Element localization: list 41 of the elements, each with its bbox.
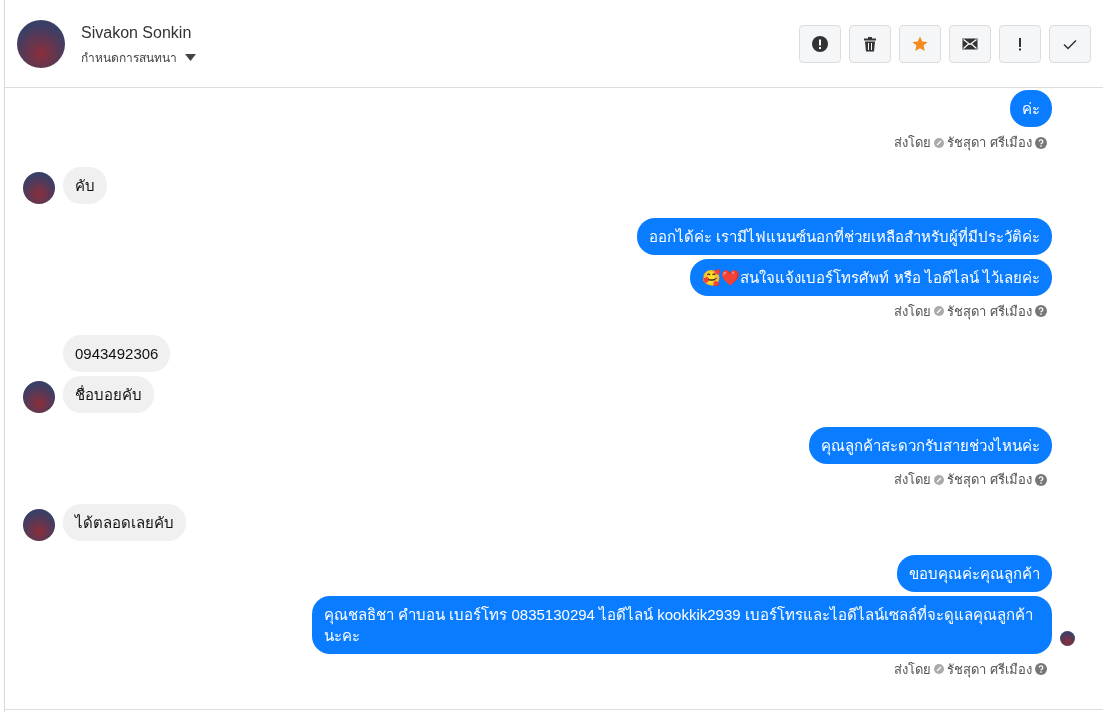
message-bubble: คับ [63, 166, 107, 204]
verified-icon [934, 306, 945, 317]
exclamation-icon [1018, 35, 1022, 52]
help-icon[interactable] [1035, 136, 1047, 149]
sent-by-label: ส่งโดย [894, 134, 932, 152]
star-icon [912, 35, 928, 52]
verified-icon [934, 664, 945, 675]
message-bubble: 🥰❤สนใจแจ้งเบอร์โทรศัพท์ หรือ ไอดีไลน์ ไว้เลยค่ะ [690, 258, 1052, 296]
star-button[interactable] [899, 24, 941, 63]
avatar-photo [23, 171, 55, 204]
sent-by-label: ส่งโดย [894, 660, 932, 679]
verified-icon [934, 137, 945, 148]
sent-by-label: ส่งโดย [894, 471, 932, 489]
message-bubble: ออกได้ค่ะ เรามีไฟแนนซ์นอกที่ช่วยเหลือสำหรับผู้ที่มีประวัติค่ะ [636, 217, 1052, 255]
help-icon[interactable] [1035, 305, 1047, 318]
avatar-photo [23, 381, 55, 413]
contact-name: Sivakon Sonkin [81, 22, 193, 43]
message-bubble: ได้ตลอดเลยคับ [63, 503, 186, 541]
help-icon[interactable] [1035, 473, 1047, 486]
verified-icon [934, 474, 945, 485]
alert-icon [812, 35, 828, 52]
message-bubble: 0943492306 [63, 335, 171, 372]
avatar-photo [23, 508, 55, 541]
agent-name: รัชสุดา ศรีเมือง [947, 302, 1032, 321]
delete-button[interactable] [849, 24, 891, 63]
help-icon[interactable] [1035, 663, 1047, 676]
conversation-menu[interactable]: กำหนดการสนทนา [81, 48, 177, 67]
trash-icon [862, 35, 878, 52]
alert-button[interactable] [799, 24, 841, 63]
caret-icon[interactable] [185, 54, 196, 61]
sent-by-label: ส่งโดย [894, 302, 932, 321]
message-bubble: ชื่อบอยคับ [63, 376, 154, 413]
agent-name: รัชสุดา ศรีเมือง [947, 660, 1032, 679]
message-bubble: ขอบคุณค่ะคุณลูกค้า [897, 554, 1052, 592]
mail-button[interactable] [949, 24, 991, 63]
avatar-photo [17, 19, 65, 68]
agent-name: รัชสุดา ศรีเมือง [947, 134, 1032, 153]
message-bubble: ค่ะ [1010, 90, 1052, 127]
agent-name: รัชสุดา ศรีเมือง [947, 471, 1032, 490]
message-bubble: คุณลูกค้าสะดวกรับสายช่วงไหนค่ะ [809, 427, 1052, 464]
message-bubble: คุณชลธิชา คำบอน เบอร์โทร 0835130294 ไอดีไลน์ kookkik2939 เบอร์โทรและไอดีไลน์เซลล์ที่จะดูแลคุณลูกค้านะคะ [312, 595, 1052, 654]
